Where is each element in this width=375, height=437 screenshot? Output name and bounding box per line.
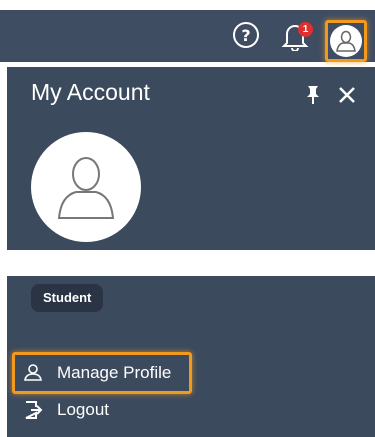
user-profile-icon — [23, 363, 43, 383]
user-silhouette-icon — [57, 157, 115, 219]
logout-label: Logout — [57, 400, 109, 419]
manage-profile-label: Manage Profile — [57, 363, 172, 382]
pin-icon[interactable] — [305, 85, 321, 105]
logout-button[interactable]: Logout — [15, 392, 127, 428]
help-icon[interactable]: ? — [232, 21, 260, 49]
top-navigation-bar: ? 1 — [0, 10, 375, 62]
logout-icon — [23, 400, 43, 420]
manage-profile-button[interactable]: Manage Profile — [12, 352, 193, 394]
role-badge: Student — [31, 284, 104, 312]
my-account-panel: My Account — [7, 67, 375, 250]
user-avatar-icon — [330, 25, 362, 57]
user-avatar-button[interactable] — [325, 20, 367, 62]
svg-text:?: ? — [241, 26, 250, 45]
profile-menu-panel: Student Manage Profile Logout — [7, 276, 375, 437]
close-icon[interactable] — [337, 85, 357, 105]
panel-title: My Account — [31, 79, 150, 105]
profile-avatar — [31, 132, 141, 242]
notification-count-badge: 1 — [298, 22, 313, 37]
